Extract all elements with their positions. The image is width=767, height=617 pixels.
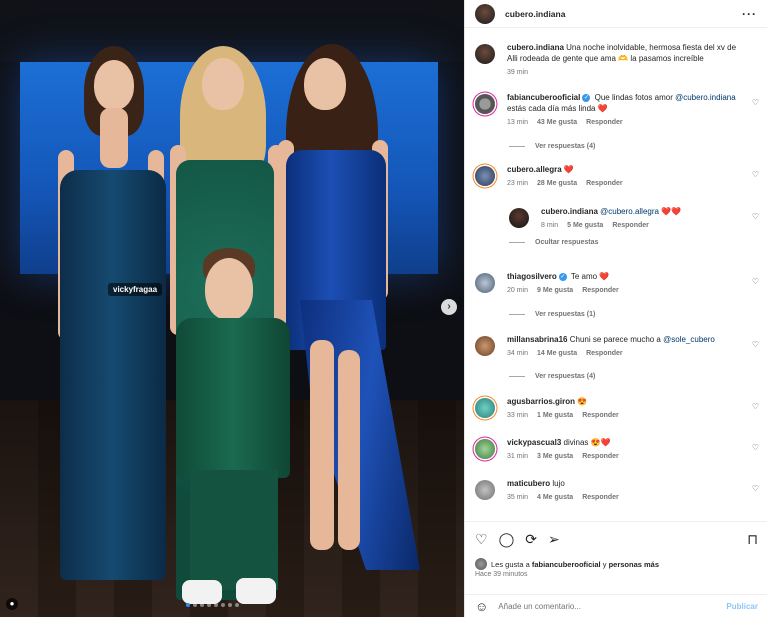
avatar[interactable] <box>475 94 495 114</box>
comment-icon[interactable]: ◯ <box>499 530 515 548</box>
like-comment-icon[interactable]: ♡ <box>752 484 759 493</box>
caption-time: 39 min <box>507 69 529 76</box>
post-username[interactable]: cubero.indiana <box>505 9 565 19</box>
caption-username[interactable]: cubero.indiana <box>507 43 564 52</box>
mention-link[interactable]: @cubero.indiana <box>675 93 736 102</box>
like-comment-icon[interactable]: ♡ <box>752 443 759 452</box>
like-comment-icon[interactable]: ♡ <box>752 277 759 286</box>
reply-button[interactable]: Responder <box>586 119 623 126</box>
list-item: thiagosilvero ✓ Te amo ❤️ 20 min 9 Me gust… <box>475 271 759 294</box>
comment-username[interactable]: agusbarrios.giron <box>507 397 575 406</box>
post-timestamp: Hace 39 minutos <box>475 571 528 578</box>
caption: cubero.indiana Una noche inolvidable, he… <box>475 42 759 76</box>
avatar[interactable] <box>475 273 495 293</box>
mention-link[interactable]: @cubero.allegra <box>600 207 659 216</box>
carousel-dot <box>207 603 211 607</box>
post-sidebar: cubero.indiana ··· cubero.indiana Una no… <box>464 0 767 617</box>
view-replies-button[interactable]: Ver respuestas (4) <box>509 143 595 150</box>
carousel-dot <box>186 603 190 607</box>
send-icon[interactable]: ➢ <box>548 530 560 548</box>
avatar[interactable] <box>475 480 495 500</box>
post-header: cubero.indiana ··· <box>465 0 767 28</box>
reply-button[interactable]: Responder <box>612 222 649 229</box>
avatar[interactable] <box>475 166 495 186</box>
comment-username[interactable]: millansabrina16 <box>507 335 567 344</box>
list-item: fabiancuberooficial ✓ Que lindas fotos am… <box>475 92 759 126</box>
like-comment-icon[interactable]: ♡ <box>752 98 759 107</box>
share-icon[interactable]: ⟳ <box>525 530 537 548</box>
avatar[interactable] <box>509 208 529 228</box>
carousel-dots <box>186 603 239 607</box>
verified-icon: ✓ <box>582 93 591 102</box>
reply-button[interactable]: Responder <box>582 412 619 419</box>
comment-username[interactable]: thiagosilvero <box>507 272 557 281</box>
list-item: maticubero lujo 35 min 4 Me gusta Responde… <box>475 478 759 501</box>
reply-button[interactable]: Responder <box>582 287 619 294</box>
more-options-icon[interactable]: ··· <box>742 7 757 21</box>
view-replies-button[interactable]: Ver respuestas (1) <box>509 311 595 318</box>
bookmark-icon[interactable]: ⊓ <box>747 530 758 548</box>
post-actions: ♡ ◯ ⟳ ➢ ⊓ Les gusta a fabiancuberooficia… <box>465 521 767 617</box>
like-comment-icon[interactable]: ♡ <box>752 340 759 349</box>
carousel-dot <box>235 603 239 607</box>
carousel-dot <box>221 603 225 607</box>
mention-link[interactable]: @sole_cubero <box>663 335 715 344</box>
post-comment-button[interactable]: Publicar <box>726 602 758 611</box>
comment-username[interactable]: cubero.indiana <box>541 207 598 216</box>
heart-icon[interactable]: ♡ <box>475 530 488 548</box>
carousel-dot <box>214 603 218 607</box>
avatar[interactable] <box>475 398 495 418</box>
avatar[interactable] <box>475 336 495 356</box>
avatar <box>475 558 487 570</box>
comments-list: cubero.indiana Una noche inolvidable, he… <box>465 34 767 520</box>
view-replies-button[interactable]: Ver respuestas (4) <box>509 373 595 380</box>
avatar[interactable] <box>475 439 495 459</box>
list-item: cubero.allegra ❤️ 23 min 28 Me gusta Respo… <box>475 164 759 187</box>
avatar[interactable] <box>475 44 495 64</box>
next-photo-button[interactable]: › <box>441 299 457 315</box>
reply-button[interactable]: Responder <box>582 494 619 501</box>
list-item: vickypascual3 divinas 😍❤️ 31 min 3 Me gus… <box>475 437 759 460</box>
emoji-icon[interactable]: ☺ <box>475 599 488 614</box>
carousel-dot <box>228 603 232 607</box>
comment-username[interactable]: fabiancuberooficial <box>507 93 580 102</box>
comment-likes[interactable]: 4 Me gusta <box>537 494 573 501</box>
comment-input[interactable] <box>498 602 699 611</box>
verified-icon: ✓ <box>558 272 567 281</box>
reply-button[interactable]: Responder <box>586 350 623 357</box>
add-comment-bar: ☺ Publicar <box>465 594 767 617</box>
comment-likes[interactable]: 14 Me gusta <box>537 350 577 357</box>
post-photo[interactable]: vickyfragaa › ● <box>0 0 464 617</box>
photo-user-tag[interactable]: vickyfragaa <box>108 283 163 296</box>
carousel-dot <box>193 603 197 607</box>
likes-summary[interactable]: Les gusta a fabiancuberooficial y person… <box>475 558 659 570</box>
like-comment-icon[interactable]: ♡ <box>752 402 759 411</box>
comment-username[interactable]: maticubero <box>507 479 550 488</box>
comment-username[interactable]: vickypascual3 <box>507 438 561 447</box>
list-item: millansabrina16 Chuni se parece mucho a … <box>475 334 759 357</box>
comment-likes[interactable]: 3 Me gusta <box>537 453 573 460</box>
comment-likes[interactable]: 9 Me gusta <box>537 287 573 294</box>
like-comment-icon[interactable]: ♡ <box>752 170 759 179</box>
comment-likes[interactable]: 5 Me gusta <box>567 222 603 229</box>
avatar[interactable] <box>475 3 495 24</box>
list-item: cubero.indiana @cubero.allegra ❤️❤️ 8 mi… <box>509 206 759 229</box>
reply-button[interactable]: Responder <box>586 180 623 187</box>
like-comment-icon[interactable]: ♡ <box>752 212 759 221</box>
comment-likes[interactable]: 28 Me gusta <box>537 180 577 187</box>
list-item: agusbarrios.giron 😍 33 min 1 Me gusta Resp… <box>475 396 759 419</box>
carousel-dot <box>200 603 204 607</box>
comment-likes[interactable]: 43 Me gusta <box>537 119 577 126</box>
comment-likes[interactable]: 1 Me gusta <box>537 412 573 419</box>
hide-replies-button[interactable]: Ocultar respuestas <box>509 239 598 246</box>
comment-username[interactable]: cubero.allegra <box>507 165 562 174</box>
tagged-users-icon[interactable]: ● <box>6 598 18 610</box>
reply-button[interactable]: Responder <box>582 453 619 460</box>
